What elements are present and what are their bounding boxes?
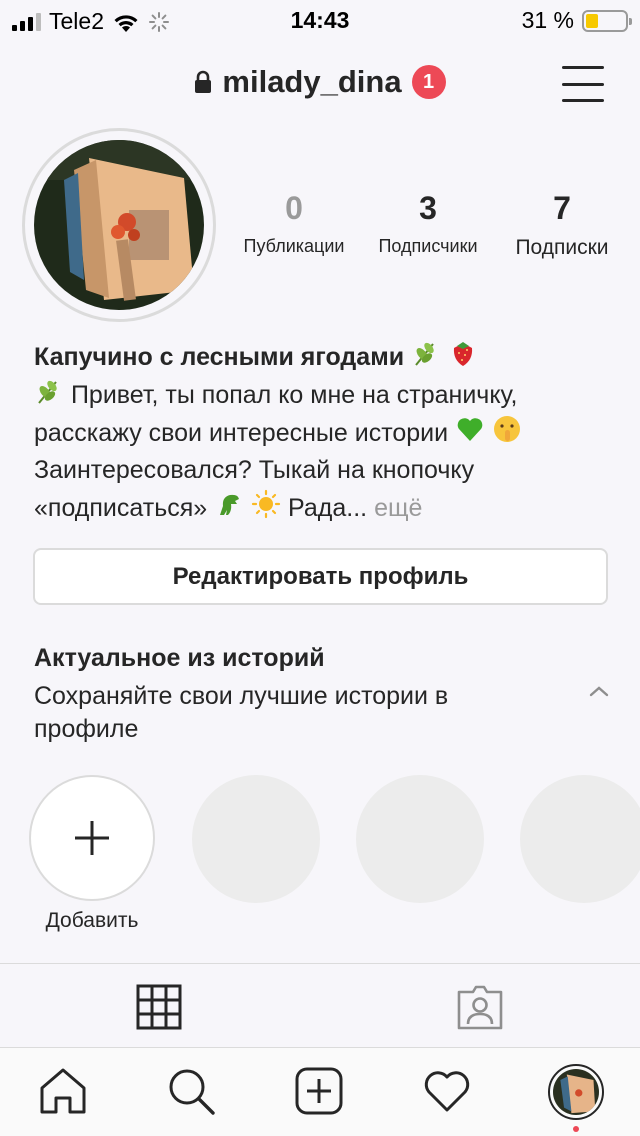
lock-icon [195, 70, 212, 93]
posts-count: 0 [285, 190, 303, 226]
highlights-title: Актуальное из историй [34, 644, 325, 672]
profile-display-name: Капучино с лесными ягодами [34, 343, 405, 371]
followers-label: Подписчики [378, 236, 478, 256]
edit-profile-button[interactable]: Редактировать профиль [33, 548, 608, 605]
bio-more-link[interactable]: ещё [374, 494, 422, 522]
username-switcher[interactable]: milady_dina 1 [0, 64, 640, 100]
posts-label: Публикации [243, 236, 345, 256]
followers-count: 3 [419, 190, 437, 226]
avatar-photo [34, 140, 204, 310]
highlight-placeholder [356, 775, 484, 903]
herb-emoji-icon [38, 380, 57, 404]
profile-bio: Капучино с лесными ягодами Привет, ты по… [34, 338, 614, 527]
stat-following[interactable]: 7 Подписки [492, 188, 632, 260]
herb-emoji-icon [415, 342, 434, 366]
highlight-placeholder [520, 775, 640, 903]
profile-tab-photo [553, 1069, 599, 1115]
plus-icon [75, 821, 109, 855]
bio-line-4: «подписаться» [34, 494, 208, 522]
profile-notification-dot [573, 1126, 579, 1132]
sun-emoji-icon [251, 489, 281, 519]
home-icon[interactable] [38, 1066, 88, 1116]
tagged-person-icon[interactable] [455, 984, 505, 1030]
stat-posts[interactable]: 0 Публикации [224, 188, 364, 257]
highlight-placeholder [192, 775, 320, 903]
new-highlight-label: Добавить [45, 909, 139, 932]
battery-level [586, 13, 598, 28]
username: milady_dina [222, 64, 402, 99]
new-post-icon[interactable] [294, 1066, 344, 1116]
green-heart-emoji-icon [457, 418, 483, 441]
battery-icon [582, 9, 632, 32]
bio-line-1: Привет, ты попал ко мне на страничку, [70, 381, 518, 409]
activity-heart-icon[interactable] [422, 1066, 472, 1116]
profile-header: milady_dina 1 [0, 56, 640, 116]
bio-line-2: расскажу свои интересные истории [34, 419, 449, 447]
following-label: Подписки [515, 236, 609, 259]
profile-avatar[interactable] [22, 128, 216, 322]
grid-icon[interactable] [136, 984, 182, 1030]
notification-badge: 1 [411, 65, 446, 99]
bio-line-4-end: Рада... [288, 494, 368, 522]
shushing-face-emoji-icon [494, 416, 521, 442]
hamburger-menu-icon[interactable] [562, 66, 604, 102]
battery-percent: 31 % [521, 7, 574, 33]
new-highlight-button[interactable] [29, 775, 155, 901]
search-icon[interactable] [166, 1066, 216, 1116]
profile-tab-avatar[interactable] [548, 1064, 604, 1120]
following-count: 7 [553, 190, 571, 226]
profile-stats: 0 Публикации 3 Подписчики 7 Подписки [230, 188, 630, 268]
t-rex-emoji-icon [220, 494, 240, 515]
highlights-subtitle: Сохраняйте свои лучшие истории в профиле [34, 682, 449, 743]
stat-followers[interactable]: 3 Подписчики [358, 188, 498, 257]
chevron-up-icon[interactable] [588, 684, 610, 698]
status-right: 31 % [521, 7, 632, 34]
strawberry-emoji-icon [453, 342, 473, 366]
status-bar: Tele2 14:43 31 % [0, 0, 640, 40]
bio-line-3: Заинтересовался? Тыкай на кнопочку [34, 456, 475, 484]
bottom-nav [0, 1048, 640, 1136]
tabs-divider [0, 963, 640, 964]
